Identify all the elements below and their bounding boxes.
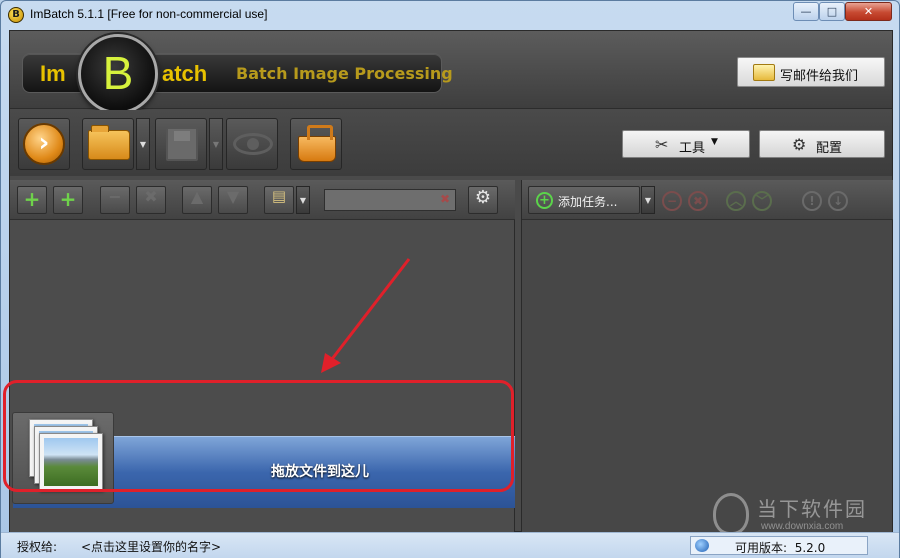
available-version-box[interactable]: 可用版本: 5.2.0 [690, 536, 868, 555]
watermark-text: 当下软件园 [757, 497, 867, 521]
annotation-highlight-oval [3, 380, 514, 492]
annotation-arrow-head [321, 353, 341, 373]
watermark-url: www.downxia.com [761, 521, 844, 532]
licensed-to-label: 授权给: [17, 540, 58, 554]
available-version-text: 可用版本: 5.2.0 [735, 539, 825, 556]
available-version-value: 5.2.0 [794, 541, 826, 555]
available-version-label: 可用版本: [735, 541, 788, 555]
annotation-arrow-line [327, 258, 411, 364]
app-window: B ImBatch 5.1.1 [Free for non-commercial… [0, 0, 900, 558]
status-bar: 授权给: <点击这里设置你的名字> 可用版本: 5.2.0 [1, 532, 899, 558]
set-name-link[interactable]: <点击这里设置你的名字> [81, 538, 221, 555]
watermark-logo-icon [713, 493, 749, 535]
globe-icon [695, 539, 709, 552]
